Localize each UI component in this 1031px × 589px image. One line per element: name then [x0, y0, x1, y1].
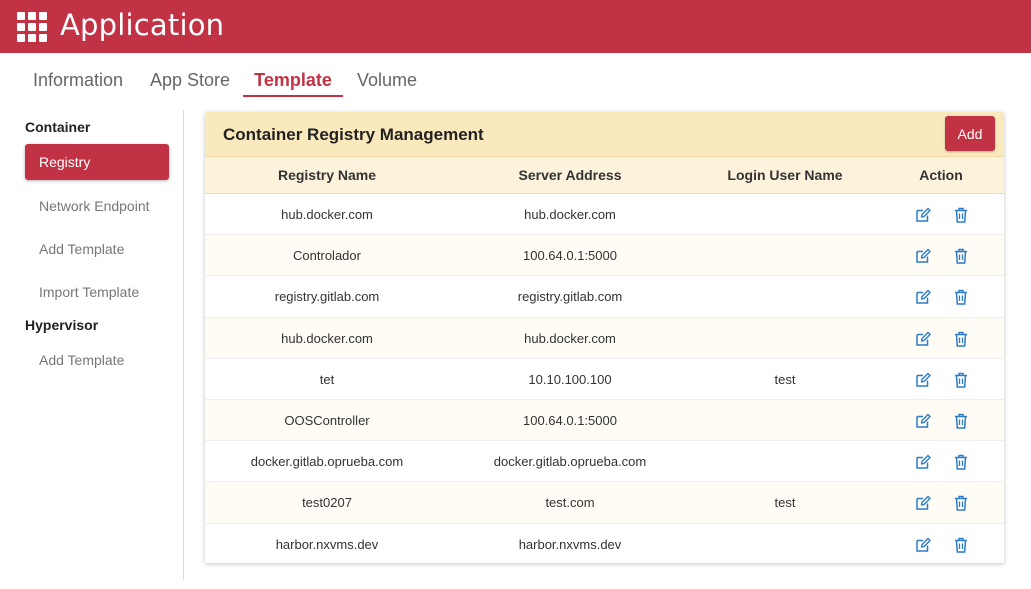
- sidebar: Container Registry Network Endpoint Add …: [0, 110, 184, 580]
- server-address-cell: 100.64.0.1:5000: [523, 412, 617, 428]
- registry-card: Container Registry Management Add Regist…: [205, 112, 1004, 563]
- login-user-name-cell: [705, 441, 865, 482]
- registry-name-cell: docker.gitlab.oprueba.com: [250, 454, 404, 470]
- trash-icon[interactable]: [952, 371, 970, 389]
- registry-name-cell: registry.gitlab.com: [274, 289, 380, 305]
- registry-name-cell: hub.docker.com: [281, 330, 373, 346]
- login-user-name-cell: [705, 194, 865, 235]
- server-address-cell: hub.docker.com: [524, 330, 616, 346]
- sidebar-item-add-template[interactable]: Add Template: [25, 231, 169, 267]
- trash-icon[interactable]: [952, 453, 970, 471]
- registry-name-cell: hub.docker.com: [281, 207, 373, 222]
- server-address-cell: 10.10.100.100: [528, 371, 612, 387]
- table-row: registry.gitlab.com registry.gitlab.com: [205, 276, 1004, 318]
- top-bar: Application: [0, 0, 1031, 53]
- edit-icon[interactable]: [914, 330, 932, 348]
- sidebar-item-import-template[interactable]: Import Template: [25, 274, 169, 310]
- registry-name-cell: tet: [319, 371, 335, 387]
- edit-icon[interactable]: [914, 288, 932, 306]
- trash-icon[interactable]: [952, 536, 970, 554]
- table-row: hub.docker.com hub.docker.com: [205, 194, 1004, 236]
- column-header-registry-name[interactable]: Registry Name: [227, 167, 427, 183]
- edit-icon[interactable]: [914, 494, 932, 512]
- sidebar-item-registry[interactable]: Registry: [25, 144, 169, 180]
- table-row: OOSController 100.64.0.1:5000: [205, 399, 1004, 442]
- edit-icon[interactable]: [914, 412, 932, 430]
- edit-icon[interactable]: [914, 247, 932, 265]
- login-user-name-cell: [705, 400, 865, 441]
- trash-icon[interactable]: [952, 412, 970, 430]
- table-row: harbor.nxvms.dev harbor.nxvms.dev: [205, 524, 1004, 564]
- table-header: Registry Name Server Address Login User …: [205, 157, 1004, 194]
- sidebar-item-network-endpoint[interactable]: Network Endpoint: [25, 188, 169, 224]
- login-user-name-cell: test: [774, 371, 796, 387]
- table-row: Controlador 100.64.0.1:5000: [205, 235, 1004, 277]
- edit-icon[interactable]: [914, 206, 932, 224]
- registry-name-cell: test0207: [302, 495, 352, 511]
- table-body: hub.docker.com hub.docker.com Controlador 1…: [205, 194, 1004, 563]
- column-header-server-address[interactable]: Server Address: [470, 167, 670, 183]
- column-header-action: Action: [919, 167, 963, 183]
- apps-grid-icon[interactable]: [17, 12, 47, 42]
- card-title: Container Registry Management: [223, 125, 484, 144]
- sidebar-group-hypervisor: Hypervisor: [25, 317, 99, 333]
- server-address-cell: docker.gitlab.oprueba.com: [493, 454, 647, 470]
- login-user-name-cell: [705, 524, 865, 564]
- registry-name-cell: harbor.nxvms.dev: [275, 536, 379, 552]
- sidebar-group-container: Container: [25, 119, 91, 135]
- edit-icon[interactable]: [914, 536, 932, 554]
- active-tab-indicator: [243, 95, 343, 97]
- server-address-cell: test.com: [545, 495, 595, 511]
- tab-volume[interactable]: Volume: [356, 70, 418, 98]
- registry-name-cell: Controlador: [293, 248, 361, 264]
- registry-name-cell: OOSController: [284, 412, 370, 428]
- table-row: hub.docker.com hub.docker.com: [205, 317, 1004, 359]
- server-address-cell: 100.64.0.1:5000: [523, 248, 617, 264]
- table-row: docker.gitlab.oprueba.com docker.gitlab.o…: [205, 441, 1004, 483]
- sidebar-item-hypervisor-add-template[interactable]: Add Template: [25, 342, 169, 378]
- trash-icon[interactable]: [952, 247, 970, 265]
- login-user-name-cell: [705, 318, 865, 359]
- column-header-login-user-name[interactable]: Login User Name: [705, 167, 865, 183]
- tab-app-store[interactable]: App Store: [150, 70, 230, 98]
- login-user-name-cell: test: [774, 495, 796, 511]
- login-user-name-cell: [705, 276, 865, 317]
- server-address-cell: hub.docker.com: [524, 207, 616, 222]
- table-row: tet 10.10.100.100 test: [205, 359, 1004, 400]
- trash-icon[interactable]: [952, 494, 970, 512]
- card-header: Container Registry Management Add: [205, 112, 1004, 157]
- table-row: test0207 test.com test: [205, 482, 1004, 524]
- server-address-cell: registry.gitlab.com: [517, 289, 623, 305]
- login-user-name-cell: [705, 235, 865, 276]
- server-address-cell: harbor.nxvms.dev: [518, 536, 622, 552]
- tab-template[interactable]: Template: [243, 70, 343, 98]
- edit-icon[interactable]: [914, 453, 932, 471]
- trash-icon[interactable]: [952, 206, 970, 224]
- app-title: Application: [60, 8, 225, 42]
- trash-icon[interactable]: [952, 288, 970, 306]
- trash-icon[interactable]: [952, 330, 970, 348]
- edit-icon[interactable]: [914, 371, 932, 389]
- add-registry-button[interactable]: Add: [945, 116, 995, 151]
- tab-information[interactable]: Information: [32, 70, 124, 98]
